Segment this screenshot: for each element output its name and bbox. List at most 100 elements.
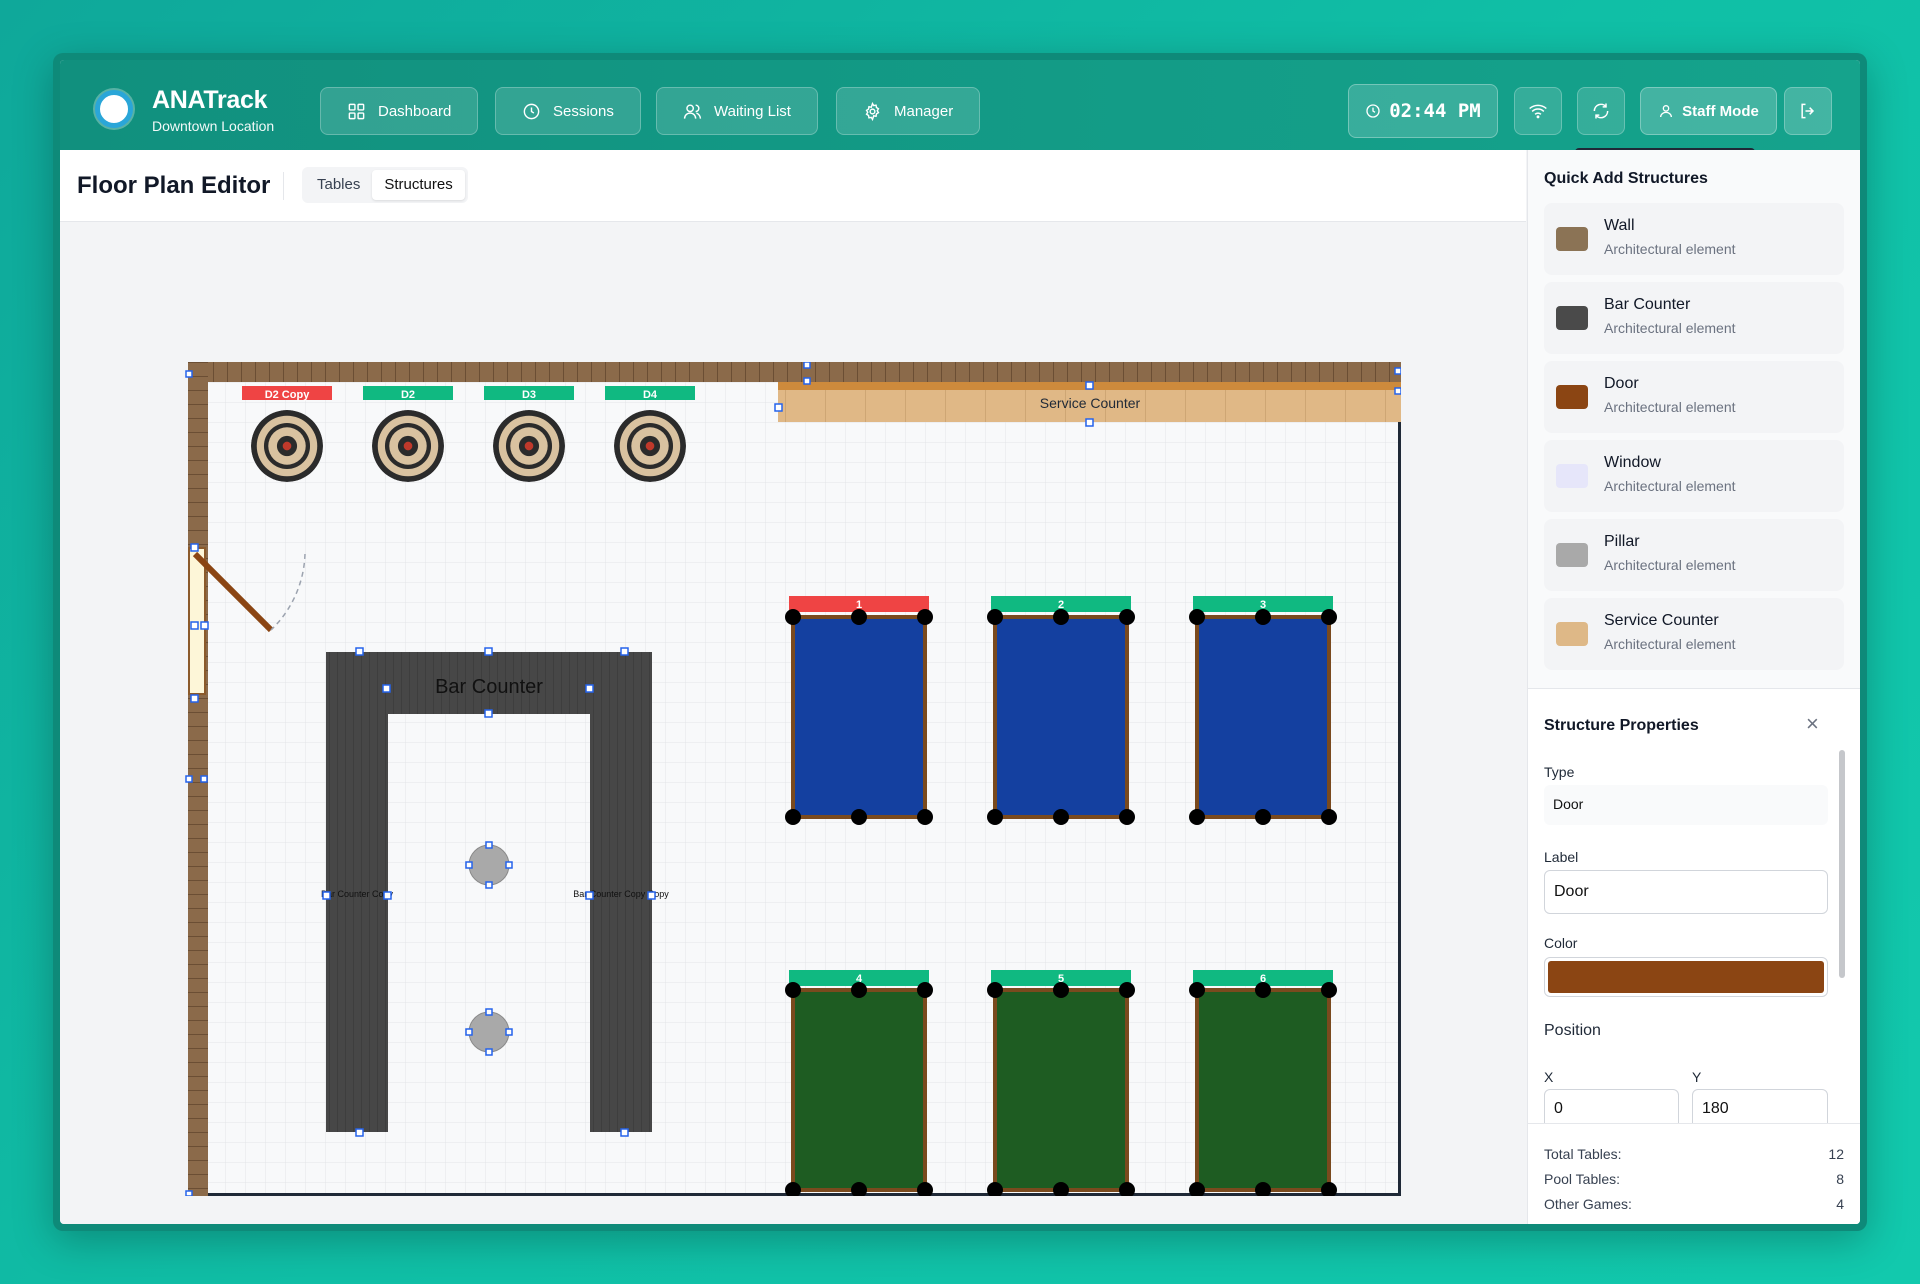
refresh-icon: [1593, 103, 1609, 119]
editor-toolbar: Floor Plan Editor Tables Structures: [60, 150, 1526, 222]
structure-name: Door: [1604, 375, 1639, 392]
app-root: ANATrack Downtown Location Dashboard Ses…: [60, 60, 1860, 1224]
dartboard-label: D4: [643, 389, 658, 401]
structure-name: Service Counter: [1604, 612, 1719, 629]
gear-icon: [865, 101, 880, 121]
structure-desc: Architectural element: [1604, 478, 1736, 494]
nav-sessions-label: Sessions: [553, 102, 614, 120]
color-picker[interactable]: [1544, 957, 1828, 997]
structure-desc: Architectural element: [1604, 636, 1736, 652]
quick-add-door[interactable]: Door Architectural element: [1544, 361, 1844, 433]
label-label: Label: [1544, 849, 1579, 865]
quick-add-service-counter[interactable]: Service Counter Architectural element: [1544, 598, 1844, 670]
pool-table-5[interactable]: 5: [987, 970, 1135, 1196]
stat-pool-tables: Pool Tables: 8: [1544, 1171, 1844, 1187]
nav-manager-label: Manager: [894, 102, 954, 120]
structure-properties-panel: Structure Properties × Type Door Label D…: [1528, 688, 1860, 1129]
quick-add-bar-counter[interactable]: Bar Counter Architectural element: [1544, 282, 1844, 354]
dartboard-label: D3: [522, 389, 536, 401]
app-logo: [95, 90, 133, 128]
bar-counter-left-label: Bar Counter Copy: [321, 889, 394, 899]
divider: [283, 172, 284, 200]
structure-name: Wall: [1604, 217, 1635, 234]
stat-value: 12: [1828, 1146, 1844, 1162]
wifi-icon: [1529, 104, 1547, 119]
label-input[interactable]: Door: [1544, 870, 1828, 914]
app-window: ANATrack Downtown Location Dashboard Ses…: [53, 53, 1867, 1231]
brand: ANATrack Downtown Location: [152, 86, 274, 134]
stat-label: Pool Tables:: [1544, 1171, 1621, 1187]
floor-plan-canvas[interactable]: Service Counter D2 Copy D2 D3 D4 Bar Cou…: [185, 362, 1401, 1196]
tab-tables[interactable]: Tables: [305, 170, 372, 200]
structure-desc: Architectural element: [1604, 320, 1736, 336]
type-field: Door: [1544, 785, 1828, 825]
structure-name: Window: [1604, 454, 1661, 471]
stat-total-tables: Total Tables: 12: [1544, 1146, 1844, 1162]
users-icon: [683, 103, 702, 119]
close-icon[interactable]: ×: [1806, 713, 1819, 735]
pillar[interactable]: [468, 844, 510, 886]
stat-label: Total Tables:: [1544, 1146, 1622, 1162]
position-label: Position: [1544, 1022, 1601, 1039]
stat-value: 8: [1836, 1171, 1844, 1187]
dartboard-icon: [251, 410, 323, 482]
time-text: 02:44 PM: [1389, 100, 1481, 122]
pool-table-3[interactable]: 3: [1189, 596, 1337, 825]
dartboard-label: D2: [401, 389, 415, 401]
top-header: ANATrack Downtown Location Dashboard Ses…: [60, 60, 1860, 158]
page-title: Floor Plan Editor: [77, 172, 271, 199]
bar-counter-swatch: [1556, 306, 1588, 330]
color-label: Color: [1544, 935, 1578, 951]
sidebar-scrollbar[interactable]: [1839, 750, 1845, 978]
user-icon: [1660, 105, 1673, 118]
grid-icon: [348, 103, 365, 119]
window-swatch: [1556, 464, 1588, 488]
pool-table-2[interactable]: 2: [987, 596, 1135, 825]
right-sidebar: Quick Add Structures Wall Architectural …: [1527, 150, 1860, 1224]
stat-other-games: Other Games: 4: [1544, 1196, 1844, 1212]
wall-top[interactable]: [188, 362, 1401, 382]
pillar[interactable]: [468, 1011, 510, 1053]
dartboard-icon: [493, 410, 565, 482]
nav-manager-button[interactable]: Manager: [836, 87, 981, 135]
nav-dashboard-label: Dashboard: [378, 102, 452, 120]
pool-table-6[interactable]: 6: [1189, 970, 1337, 1196]
dartboard-icon: [614, 410, 686, 482]
wall-swatch: [1556, 227, 1588, 251]
logout-icon: [1801, 103, 1815, 119]
pool-table-4[interactable]: 4: [785, 970, 933, 1196]
nav-sessions-button[interactable]: Sessions: [495, 87, 641, 135]
dartboard-icon: [372, 410, 444, 482]
structure-desc: Architectural element: [1604, 241, 1736, 257]
pool-table-1[interactable]: 1: [785, 596, 933, 825]
structure-desc: Architectural element: [1604, 399, 1736, 415]
properties-title: Structure Properties: [1544, 717, 1699, 734]
logout-button[interactable]: [1784, 87, 1832, 135]
quick-add-pillar[interactable]: Pillar Architectural element: [1544, 519, 1844, 591]
staff-mode-button[interactable]: Staff Mode: [1640, 87, 1777, 135]
tab-structures[interactable]: Structures: [372, 170, 465, 200]
clock-icon: [1366, 104, 1380, 118]
time-display: 02:44 PM: [1348, 84, 1498, 138]
bar-counter-label: Bar Counter: [435, 676, 543, 698]
quick-add-wall[interactable]: Wall Architectural element: [1544, 203, 1844, 275]
refresh-button[interactable]: [1577, 87, 1625, 135]
nav-dashboard-button[interactable]: Dashboard: [320, 87, 479, 135]
service-counter-swatch: [1556, 622, 1588, 646]
pillar-swatch: [1556, 543, 1588, 567]
quick-add-title: Quick Add Structures: [1544, 170, 1708, 187]
wifi-status-button[interactable]: [1514, 87, 1562, 135]
x-label: X: [1544, 1069, 1554, 1085]
structure-name: Pillar: [1604, 533, 1640, 550]
stat-value: 4: [1836, 1196, 1844, 1212]
quick-add-window[interactable]: Window Architectural element: [1544, 440, 1844, 512]
structure-name: Bar Counter: [1604, 296, 1691, 313]
stat-label: Other Games:: [1544, 1196, 1632, 1212]
door-swatch: [1556, 385, 1588, 409]
nav-waiting-list-button[interactable]: Waiting List: [656, 87, 818, 135]
service-counter-label: Service Counter: [1040, 395, 1141, 411]
structure-desc: Architectural element: [1604, 557, 1736, 573]
y-label: Y: [1692, 1069, 1702, 1085]
type-label: Type: [1544, 764, 1575, 780]
window-structure[interactable]: [188, 547, 206, 695]
